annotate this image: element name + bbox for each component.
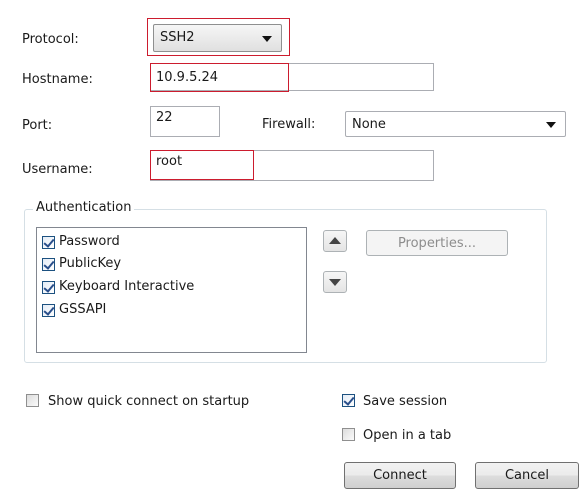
port-input[interactable] <box>150 106 220 137</box>
password-checkbox[interactable] <box>42 236 55 249</box>
chevron-down-icon <box>546 122 556 128</box>
triangle-up-icon <box>329 237 341 244</box>
firewall-select-value: None <box>352 117 386 132</box>
port-label: Port: <box>22 118 53 133</box>
username-label: Username: <box>22 162 93 177</box>
chevron-down-icon <box>262 36 272 42</box>
show-quick-connect-checkbox[interactable] <box>26 394 39 407</box>
open-in-tab-label: Open in a tab <box>363 428 452 443</box>
save-session-label: Save session <box>363 394 448 409</box>
checkmark-icon <box>43 258 55 270</box>
cancel-button[interactable]: Cancel <box>475 462 579 489</box>
move-up-button[interactable] <box>323 230 347 252</box>
show-quick-connect-label: Show quick connect on startup <box>48 394 250 409</box>
save-session-checkbox[interactable] <box>342 394 355 407</box>
protocol-select-value: SSH2 <box>160 30 195 45</box>
hostname-input[interactable] <box>150 63 434 91</box>
auth-method-label: PublicKey <box>59 256 122 271</box>
gssapi-checkbox[interactable] <box>42 304 55 317</box>
username-input[interactable] <box>150 150 434 181</box>
connect-button[interactable]: Connect <box>344 462 456 489</box>
auth-method-label: Keyboard Interactive <box>59 279 195 294</box>
firewall-select[interactable]: None <box>345 111 566 137</box>
checkmark-icon <box>343 394 355 406</box>
auth-method-label: Password <box>59 234 120 249</box>
protocol-select[interactable]: SSH2 <box>153 24 282 52</box>
hostname-label: Hostname: <box>22 72 93 87</box>
authentication-group-title: Authentication <box>33 200 135 215</box>
open-in-tab-checkbox[interactable] <box>342 428 355 441</box>
publickey-checkbox[interactable] <box>42 258 55 271</box>
properties-button[interactable]: Properties... <box>366 230 508 256</box>
auth-method-label: GSSAPI <box>59 302 107 317</box>
protocol-label: Protocol: <box>22 32 79 47</box>
checkmark-icon <box>43 304 55 316</box>
auth-methods-list[interactable]: Password PublicKey Keyboard Interactive … <box>36 227 307 353</box>
triangle-down-icon <box>329 279 341 286</box>
keyboard-interactive-checkbox[interactable] <box>42 281 55 294</box>
checkmark-icon <box>43 281 55 293</box>
checkmark-icon <box>43 236 55 248</box>
firewall-label: Firewall: <box>262 117 316 132</box>
move-down-button[interactable] <box>323 271 347 293</box>
